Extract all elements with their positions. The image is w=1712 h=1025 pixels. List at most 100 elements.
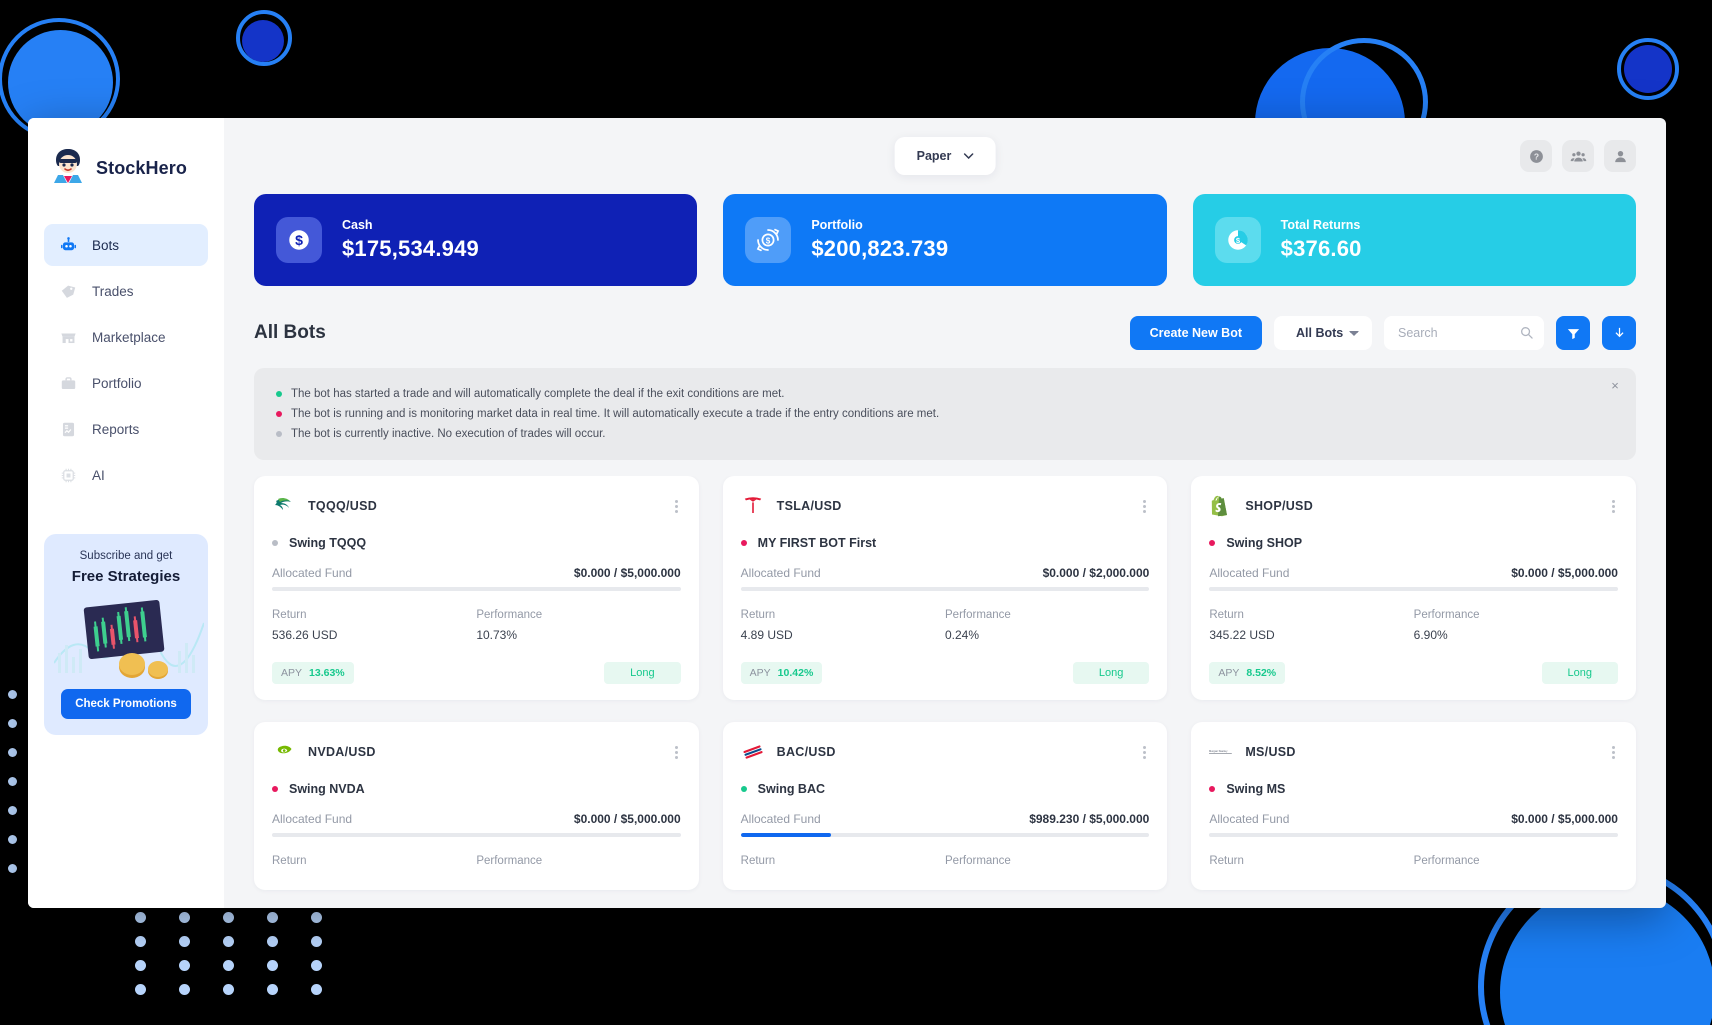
sidebar-item-trades[interactable]: Trades: [44, 270, 208, 312]
stat-card-portfolio: $ Portfolio $200,823.739: [723, 194, 1167, 286]
metric-label: Return: [740, 609, 776, 621]
sidebar-item-reports[interactable]: Reports: [44, 408, 208, 450]
report-icon: [58, 419, 78, 439]
metric-label: Performance: [945, 855, 1011, 867]
apy-badge: APY 10.42%: [740, 662, 823, 684]
decor-ring-2: [236, 10, 292, 66]
account-mode-dropdown[interactable]: Paper: [894, 137, 996, 175]
metric-return: Return 536.26 USD: [272, 609, 476, 642]
apy-badge: APY 8.52%: [1209, 662, 1286, 684]
create-new-bot-button[interactable]: Create New Bot: [1129, 316, 1262, 350]
bot-status-dot: [1209, 786, 1216, 792]
sidebar-item-bots[interactable]: Bots: [44, 224, 208, 266]
topbar: Paper ?: [224, 118, 1666, 194]
tqqq-logo-icon: [272, 494, 296, 518]
allocated-fund-value: $0.000 / $5,000.000: [573, 812, 681, 826]
status-dot-started: [276, 391, 282, 397]
bot-ticker: BAC/USD: [776, 745, 836, 759]
user-icon[interactable]: [1604, 140, 1636, 172]
bot-name: Swing MS: [1226, 782, 1286, 796]
allocated-fund-label: Allocated Fund: [1209, 566, 1290, 580]
help-icon[interactable]: ?: [1520, 140, 1552, 172]
bot-card[interactable]: TQQQ/USD Swing TQQQ Allocated Fund $0.00…: [254, 476, 699, 700]
bot-card-menu-button[interactable]: [672, 498, 681, 515]
allocated-fund-row: Allocated Fund $0.000 / $5,000.000: [1209, 566, 1618, 580]
promo-title: Free Strategies: [71, 568, 181, 585]
download-button[interactable]: [1602, 316, 1636, 350]
promo-subtitle: Subscribe and get: [79, 550, 173, 562]
bot-identity: MY FIRST BOT First: [740, 536, 1150, 550]
allocated-fund-bar: [740, 833, 1150, 837]
sidebar-item-ai[interactable]: AI: [44, 454, 208, 496]
bot-card-header: TSLA/USD: [741, 494, 1150, 518]
metric-performance: Performance: [945, 855, 1149, 874]
apy-badge: APY 13.63%: [272, 662, 354, 684]
morganstanley-logo-icon: Morgan Stanley: [1209, 740, 1233, 764]
decor-circle-4: [1624, 45, 1672, 93]
apy-value: 10.42%: [777, 667, 814, 679]
bot-metrics: Return Performance: [741, 855, 1150, 874]
metric-performance: Performance: [476, 855, 680, 874]
bot-card[interactable]: TSLA/USD MY FIRST BOT First Allocated Fu…: [722, 476, 1168, 700]
allocated-fund-bar: [1209, 833, 1618, 837]
topbar-actions: ?: [1520, 140, 1636, 172]
chip-icon: [58, 465, 78, 485]
app-window: StockHero Bots Trades Marketplace Portfo…: [28, 118, 1666, 908]
legend-text: The bot is running and is monitoring mar…: [291, 408, 940, 420]
bots-grid-scroll[interactable]: TQQQ/USD Swing TQQQ Allocated Fund $0.00…: [224, 476, 1666, 908]
bots-grid: TQQQ/USD Swing TQQQ Allocated Fund $0.00…: [254, 476, 1636, 890]
metric-value: 10.73%: [476, 628, 518, 642]
bot-metrics: Return Performance: [1209, 855, 1618, 874]
bot-identity: Swing NVDA: [272, 782, 681, 796]
bot-card-footer: APY 13.63% Long: [272, 662, 681, 684]
bot-card[interactable]: Morgan Stanley MS/USD Swing MS Allocated…: [1191, 722, 1636, 890]
sidebar-item-marketplace[interactable]: Marketplace: [44, 316, 208, 358]
metric-label: Return: [1209, 855, 1244, 867]
bot-card-menu-button[interactable]: [1140, 498, 1149, 515]
bot-card-menu-button[interactable]: [672, 744, 681, 761]
metric-return: Return 4.89 USD: [741, 609, 945, 642]
people-icon[interactable]: [1562, 140, 1594, 172]
bot-card-header: SHOP/USD: [1209, 494, 1618, 518]
allocated-fund-row: Allocated Fund $0.000 / $5,000.000: [272, 812, 681, 826]
bot-card-menu-button[interactable]: [1609, 498, 1618, 515]
bot-filter-select[interactable]: All Bots: [1274, 316, 1372, 350]
metric-label: Return: [272, 855, 307, 867]
check-promotions-button[interactable]: Check Promotions: [61, 689, 191, 719]
bot-card-menu-button[interactable]: [1609, 744, 1618, 761]
metric-label: Performance: [945, 609, 1011, 621]
dollar-circle-icon: $: [276, 217, 322, 263]
returns-pie-icon: $: [1214, 217, 1261, 263]
close-icon[interactable]: ×: [1608, 379, 1622, 393]
tag-icon: [58, 281, 78, 301]
status-legend-banner: × The bot has started a trade and will a…: [254, 368, 1636, 460]
metric-return: Return 345.22 USD: [1209, 609, 1413, 642]
allocated-fund-label: Allocated Fund: [272, 812, 353, 826]
stat-label: Cash: [342, 218, 373, 232]
metric-label: Performance: [476, 609, 543, 621]
decor-dot-column: [8, 690, 18, 873]
briefcase-icon: [58, 373, 78, 393]
brand[interactable]: StockHero: [44, 146, 208, 190]
bot-card-header: Morgan Stanley MS/USD: [1209, 740, 1618, 764]
bot-metrics: Return 345.22 USD Performance 6.90%: [1209, 609, 1618, 642]
sidebar-item-portfolio[interactable]: Portfolio: [44, 362, 208, 404]
bot-card[interactable]: NVDA/USD Swing NVDA Allocated Fund $0.00…: [254, 722, 699, 890]
status-dot-inactive: [276, 431, 282, 437]
sidebar-item-label: AI: [92, 467, 105, 483]
stat-value: $376.60: [1280, 236, 1362, 261]
allocated-fund-label: Allocated Fund: [272, 566, 353, 580]
metric-value: 0.24%: [945, 628, 980, 642]
search-input[interactable]: [1384, 316, 1544, 350]
bot-identity: Swing SHOP: [1209, 536, 1618, 550]
sidebar-item-label: Portfolio: [92, 375, 142, 391]
filter-button[interactable]: [1556, 316, 1590, 350]
metric-label: Return: [740, 855, 776, 867]
bot-card[interactable]: SHOP/USD Swing SHOP Allocated Fund $0.00…: [1191, 476, 1636, 700]
decor-dot-grid: [135, 912, 333, 995]
svg-text:?: ?: [1533, 151, 1538, 161]
metric-label: Performance: [1413, 609, 1480, 621]
bot-card[interactable]: BAC/USD Swing BAC Allocated Fund $989.23…: [722, 722, 1168, 890]
bot-identity: Swing BAC: [740, 782, 1150, 796]
bot-card-menu-button[interactable]: [1140, 744, 1149, 761]
